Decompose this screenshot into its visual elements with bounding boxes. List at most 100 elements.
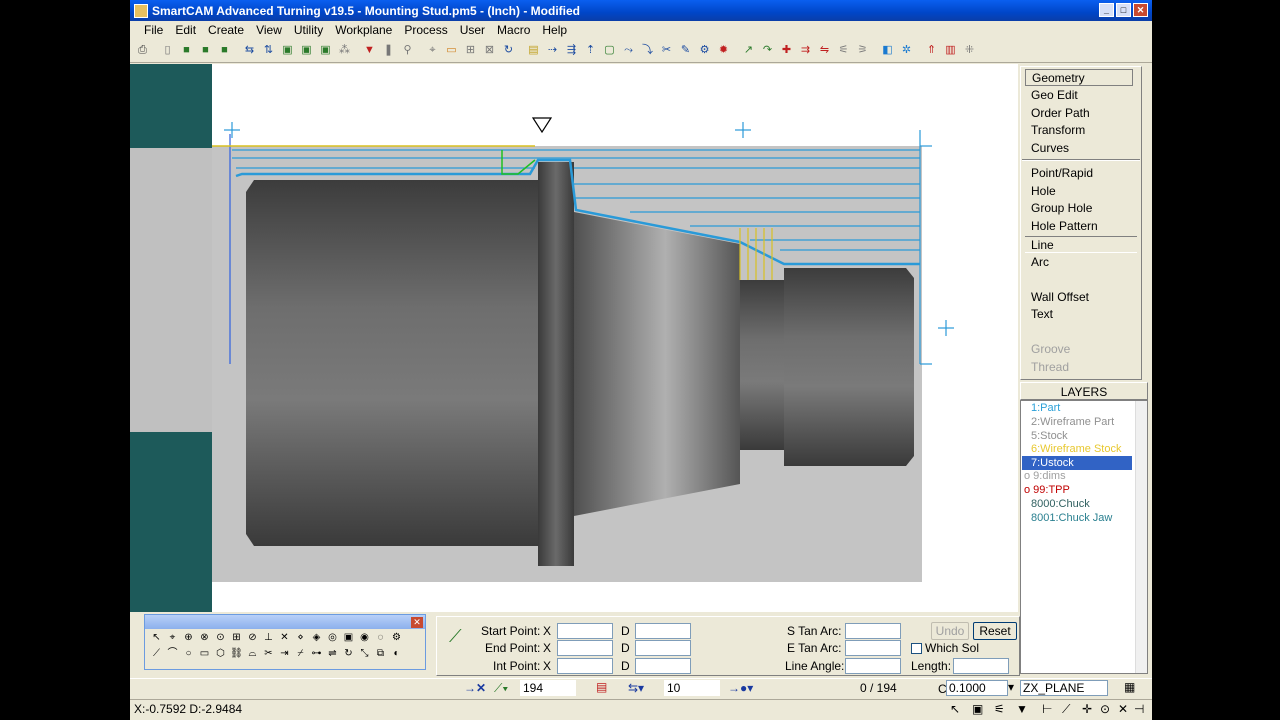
snap-rel-icon[interactable]: ◎ (325, 631, 340, 645)
grid-snap-icon[interactable]: ⊢ (1042, 702, 1052, 716)
snap-cross-icon[interactable]: ✛ (1082, 702, 1092, 716)
cmd-geometry[interactable]: Geometry (1025, 69, 1133, 86)
snap-mid-icon[interactable]: ⊗ (197, 631, 212, 645)
which-sol-checkbox[interactable] (911, 643, 922, 654)
menu-workplane[interactable]: Workplane (329, 23, 398, 37)
rotate-tool-icon[interactable]: ↻ (341, 647, 356, 661)
start-x-input[interactable] (557, 623, 613, 639)
select-icon[interactable]: ▣ (279, 42, 296, 59)
c-value-input[interactable]: 0.1000 (946, 680, 1008, 696)
snap-icon[interactable]: ⌖ (424, 42, 441, 59)
menu-process[interactable]: Process (398, 23, 453, 37)
branch-icon[interactable]: ⤵ (639, 42, 656, 59)
step-input[interactable]: 194 (520, 680, 576, 696)
snap-line-icon[interactable]: ⟋ (1062, 702, 1070, 717)
cmd-line[interactable]: Line (1025, 236, 1137, 253)
palette-close-icon[interactable]: ✕ (411, 617, 423, 628)
count-mode-icon[interactable]: ⇆▾ (628, 681, 644, 695)
chain-tool-icon[interactable]: ⛓ (229, 647, 244, 661)
cmd-order-path[interactable]: Order Path (1031, 105, 1090, 122)
trim-tool-icon[interactable]: ✂ (261, 647, 276, 661)
length-input[interactable] (953, 658, 1009, 674)
snap-more-icon[interactable]: ⚙ (389, 631, 404, 645)
snap-on-icon[interactable]: ◉ (357, 631, 372, 645)
menu-view[interactable]: View (250, 23, 288, 37)
nc-code-icon[interactable]: ▥ (942, 42, 959, 59)
snap-tangent-icon[interactable]: ⊘ (245, 631, 260, 645)
count-input[interactable]: 10 (664, 680, 720, 696)
break-tool-icon[interactable]: ⌿ (293, 647, 308, 661)
menu-utility[interactable]: Utility (288, 23, 329, 37)
line-icon[interactable]: ↗ (740, 42, 757, 59)
graphics-viewport[interactable] (130, 64, 1018, 612)
cmd-thread[interactable]: Thread (1031, 359, 1069, 376)
undo-button[interactable]: Undo (931, 622, 969, 640)
join-tool-icon[interactable]: ⊶ (309, 647, 324, 661)
layers-scrollbar[interactable] (1135, 401, 1147, 673)
grid-icon[interactable]: ⊠ (481, 42, 498, 59)
cmd-transform[interactable]: Transform (1031, 122, 1085, 139)
offset-icon[interactable]: ⇋ (816, 42, 833, 59)
cmd-arc[interactable]: Arc (1031, 254, 1049, 271)
layer-item[interactable]: 1:Part (1031, 401, 1060, 415)
snap-quad-icon[interactable]: ◈ (309, 631, 324, 645)
layer-icon[interactable]: ▼ (1016, 702, 1028, 716)
line-step-icon[interactable]: ⟋▾ (494, 681, 508, 696)
properties-icon[interactable]: ▤ (525, 42, 542, 59)
snap-x-icon[interactable]: ✕ (1118, 702, 1128, 716)
snap-near-icon[interactable]: ⋄ (293, 631, 308, 645)
line-tool-icon[interactable]: ⟋ (149, 647, 164, 661)
menu-file[interactable]: File (138, 23, 169, 37)
mirror-tool-icon[interactable]: ⇌ (325, 647, 340, 661)
cmd-wall-offset[interactable]: Wall Offset (1031, 289, 1089, 306)
new-file-icon[interactable]: ▯ (159, 42, 176, 59)
cmd-group-hole[interactable]: Group Hole (1031, 200, 1092, 217)
process-icon[interactable]: ⚲ (399, 42, 416, 59)
cmd-groove[interactable]: Groove (1031, 341, 1070, 358)
c-dropdown-icon[interactable]: ▾ (1008, 680, 1014, 694)
circle-tool-icon[interactable]: ○ (181, 647, 196, 661)
arc-icon[interactable]: ↷ (759, 42, 776, 59)
snap-center-icon[interactable]: ⊙ (213, 631, 228, 645)
post-icon[interactable]: ⇑ (923, 42, 940, 59)
dim-icon[interactable]: ▣ (972, 702, 983, 716)
snap-circle-icon[interactable]: ⊙ (1100, 702, 1110, 716)
frame-icon[interactable]: ▢ (601, 42, 618, 59)
save-icon[interactable]: ■ (197, 42, 214, 59)
offset-tool-icon[interactable]: ⧉ (373, 647, 388, 661)
dimension-icon[interactable]: ▭ (443, 42, 460, 59)
start-d-input[interactable] (635, 623, 691, 639)
layer-item[interactable]: o 9:dims (1024, 469, 1066, 483)
layer-item[interactable]: o 99:TPP (1024, 483, 1070, 497)
cmd-text[interactable]: Text (1031, 306, 1053, 323)
layer-item[interactable]: 5:Stock (1031, 429, 1068, 443)
tool-icon[interactable]: ▼ (361, 42, 378, 59)
path-icon[interactable]: ⇡ (582, 42, 599, 59)
snap-abs-icon[interactable]: ▣ (341, 631, 356, 645)
layer-item[interactable]: 8000:Chuck (1031, 497, 1090, 511)
rect-tool-icon[interactable]: ▭ (197, 647, 212, 661)
layer-item[interactable]: 6:Wireframe Stock (1031, 442, 1121, 456)
ungroup-icon[interactable]: ▣ (317, 42, 334, 59)
plane-select[interactable]: ZX_PLANE (1020, 680, 1108, 696)
connect-icon[interactable]: ⤳ (620, 42, 637, 59)
cmd-point-rapid[interactable]: Point/Rapid (1031, 165, 1093, 182)
measure-icon[interactable]: ⁂ (336, 42, 353, 59)
poly-tool-icon[interactable]: ⬡ (213, 647, 228, 661)
menu-edit[interactable]: Edit (169, 23, 202, 37)
print-icon[interactable]: ⎙ (134, 42, 151, 59)
fillet-tool-icon[interactable]: ⌓ (245, 647, 260, 661)
close-button[interactable]: ✕ (1133, 3, 1148, 17)
menu-macro[interactable]: Macro (491, 23, 536, 37)
end-d-input[interactable] (635, 640, 691, 656)
macro-icon[interactable]: ⚙ (696, 42, 713, 59)
minimize-button[interactable]: _ (1099, 3, 1114, 17)
trim-icon[interactable]: ✚ (778, 42, 795, 59)
spindle-icon[interactable]: ❚ (380, 42, 397, 59)
snap-off-icon[interactable]: ◌ (373, 631, 388, 645)
snap-int-icon[interactable]: ✕ (277, 631, 292, 645)
maximize-button[interactable]: □ (1116, 3, 1131, 17)
layer-item[interactable]: 8001:Chuck Jaw (1031, 511, 1112, 525)
line-angle-input[interactable] (845, 658, 901, 674)
verify-icon[interactable]: ⁜ (961, 42, 978, 59)
